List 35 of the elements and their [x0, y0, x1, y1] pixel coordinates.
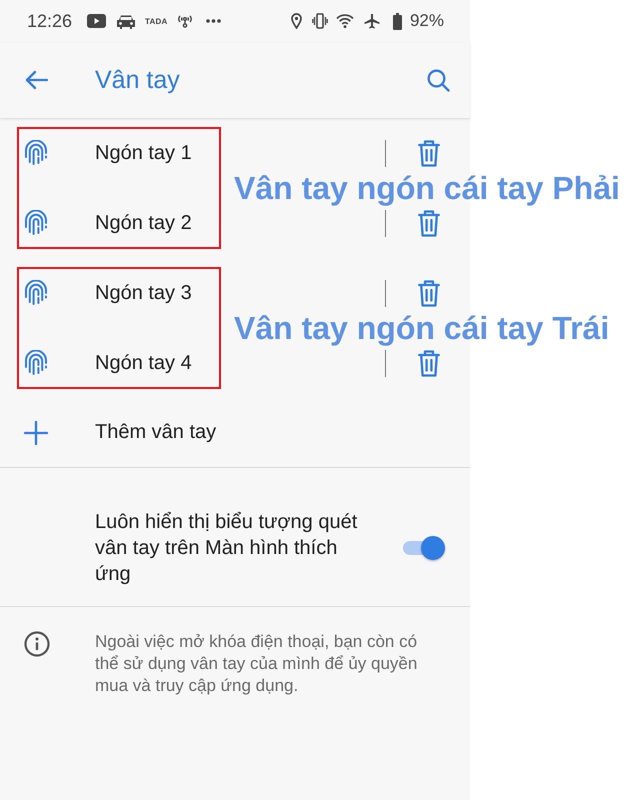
- back-arrow-icon[interactable]: [25, 70, 48, 90]
- trash-icon[interactable]: [418, 140, 440, 166]
- trash-icon[interactable]: [418, 210, 440, 236]
- wireless-signal-icon: [177, 14, 194, 28]
- fingerprint-icon: [24, 210, 48, 236]
- trash-icon[interactable]: [418, 350, 440, 376]
- fingerprint-name[interactable]: Ngón tay 2: [95, 212, 192, 234]
- wifi-icon: [336, 14, 354, 28]
- screen-title: Vân tay: [95, 66, 180, 94]
- fingerprint-icon: [24, 280, 48, 306]
- add-fingerprint-label[interactable]: Thêm vân tay: [95, 421, 216, 444]
- video-play-icon: [87, 14, 106, 28]
- setting-label: Luôn hiển thị biểu tượng quét vân tay trên Màn hình thích ứng: [95, 510, 358, 587]
- fingerprint-name[interactable]: Ngón tay 4: [95, 352, 192, 374]
- clock-time: 12:26: [27, 10, 72, 32]
- search-icon[interactable]: [427, 68, 450, 92]
- fingerprint-icon: [24, 350, 48, 376]
- info-icon: [24, 631, 50, 657]
- airplane-icon: [364, 13, 380, 29]
- vibrate-icon: [312, 13, 328, 29]
- notification-app-name: TADA: [145, 16, 168, 26]
- info-text: Ngoài việc mở khóa điện thoại, bạn còn có thể sử dụng vân tay của mình để ủy quyền mua và truy cập ứng dụng.: [95, 631, 418, 697]
- car-icon: [116, 14, 136, 28]
- toggle-switch[interactable]: [403, 535, 445, 561]
- plus-icon[interactable]: [24, 420, 48, 444]
- more-dots-icon: [206, 19, 222, 23]
- fingerprint-name[interactable]: Ngón tay 1: [95, 142, 192, 164]
- annotation-label: Vân tay ngón cái tay Phải: [234, 170, 620, 207]
- fingerprint-name[interactable]: Ngón tay 3: [95, 282, 192, 304]
- annotation-label: Vân tay ngón cái tay Trái: [234, 310, 610, 347]
- location-pin-icon: [290, 13, 302, 29]
- fingerprint-icon: [24, 140, 48, 166]
- trash-icon[interactable]: [418, 280, 440, 306]
- battery-percent: 92%: [410, 11, 444, 31]
- battery-icon: [392, 12, 402, 30]
